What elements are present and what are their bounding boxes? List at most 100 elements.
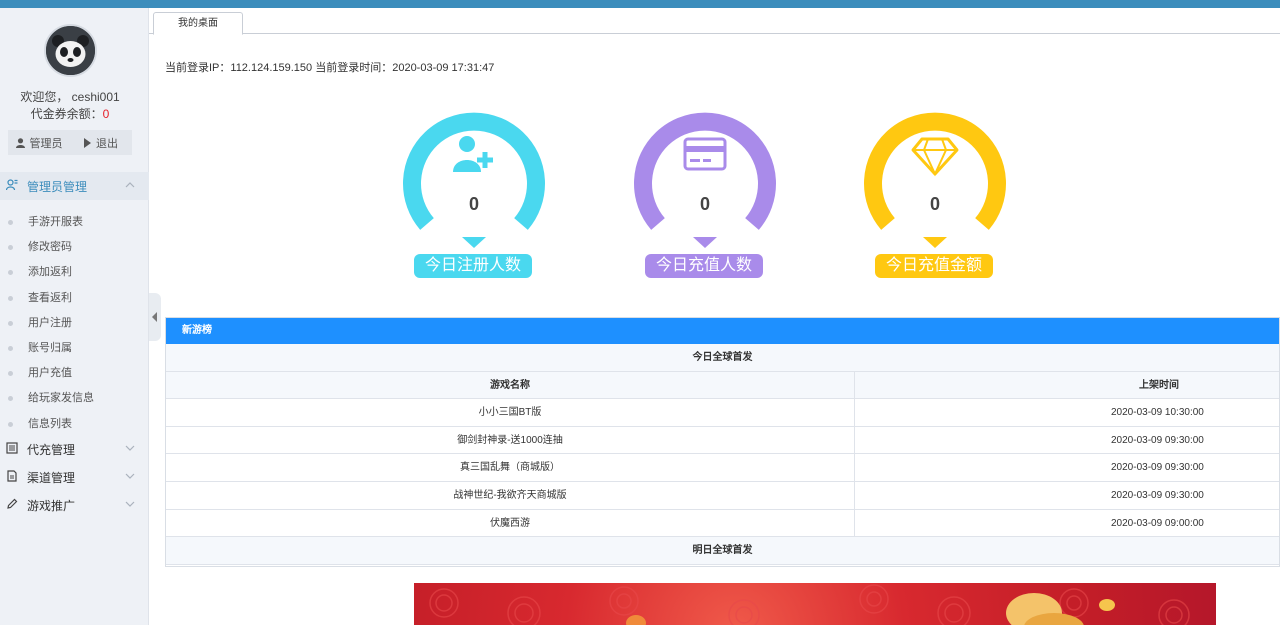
game-name: 小小三国BT版 xyxy=(166,399,855,426)
gauge-ring xyxy=(403,112,545,230)
sidebar-item-user-recharge[interactable]: 用户充值 xyxy=(0,361,149,386)
menu-group-promotion[interactable]: 游戏推广 xyxy=(0,491,149,519)
sidebar-item-game-schedule[interactable]: 手游开服表 xyxy=(0,210,149,235)
game-name: 伏魔西游 xyxy=(166,509,855,537)
section-title-tomorrow: 明日全球首发 xyxy=(166,537,1279,565)
stat-value: 0 xyxy=(699,194,710,214)
sidebar-item-message-list[interactable]: 信息列表 xyxy=(0,412,149,437)
sidebar-item-add-rebate[interactable]: 添加返利 xyxy=(0,260,149,285)
stat-label: 今日充值金额 xyxy=(875,254,993,278)
menu-group-label: 代充管理 xyxy=(27,442,76,457)
game-name: 御剑封神录-送1000连抽 xyxy=(166,426,855,454)
top-bar xyxy=(0,0,1280,8)
table-row[interactable]: 真三国乱舞（商城版） 2020-03-09 09:30:00 xyxy=(166,454,1279,482)
stat-value: 0 xyxy=(468,194,479,214)
balance-value: 0 xyxy=(102,107,110,121)
column-header-time: 上架时间 xyxy=(1139,379,1179,391)
sidebar: 欢迎您， ceshi001 代金券余额：0 管理员 退出 管理员管理 手游开服表… xyxy=(0,8,149,625)
pointer-arrow xyxy=(923,237,947,248)
chevron-down-icon xyxy=(125,445,135,451)
chevron-left-icon xyxy=(152,312,157,322)
chevron-down-icon xyxy=(125,501,135,507)
tab-my-desktop[interactable]: 我的桌面 xyxy=(153,12,243,35)
new-games-panel: 新游榜 今日全球首发 游戏名称 上架时间 小小三国BT版 2020-03-09 … xyxy=(165,317,1280,567)
section-title-today: 今日全球首发 xyxy=(166,344,1279,372)
menu-group-label: 管理员管理 xyxy=(27,179,88,194)
logout-button-label: 退出 xyxy=(96,137,118,150)
sidebar-item-label: 手游开服表 xyxy=(28,216,83,228)
sidebar-item-send-message[interactable]: 给玩家发信息 xyxy=(0,386,149,411)
release-time: 2020-03-09 09:30:00 xyxy=(1111,434,1204,446)
sidebar-item-change-password[interactable]: 修改密码 xyxy=(0,235,149,260)
menu-group-label: 游戏推广 xyxy=(27,498,76,513)
sidebar-item-label: 给玩家发信息 xyxy=(28,392,94,405)
play-icon xyxy=(84,137,91,148)
sidebar-item-view-rebate[interactable]: 查看返利 xyxy=(0,286,149,311)
user-actions: 管理员 退出 xyxy=(8,130,132,155)
admin-button-label: 管理员 xyxy=(29,137,63,150)
bullet-dot xyxy=(8,245,13,251)
bullet-dot xyxy=(8,371,13,377)
pointer-arrow xyxy=(462,237,486,248)
document-icon xyxy=(7,470,17,482)
release-time: 2020-03-09 10:30:00 xyxy=(1111,407,1204,419)
admin-button[interactable]: 管理员 xyxy=(8,130,70,155)
sidebar-collapse-toggle[interactable] xyxy=(149,293,161,341)
pointer-arrow xyxy=(693,237,717,248)
balance-label: 代金券余额： xyxy=(30,107,103,121)
credit-card-icon xyxy=(683,137,727,171)
sidebar-item-account-owner[interactable]: 账号归属 xyxy=(0,336,149,361)
table-row[interactable]: 伏魔西游 2020-03-09 09:00:00 xyxy=(166,509,1279,538)
pencil-icon xyxy=(7,498,18,509)
welcome-text: 欢迎您， ceshi001 xyxy=(20,90,120,104)
game-name: 真三国乱舞（商城版） xyxy=(166,454,855,481)
add-user-icon xyxy=(453,136,493,172)
promo-banner[interactable] xyxy=(414,583,1216,625)
table-row[interactable]: 战神世纪-我欲齐天商城版 2020-03-09 09:30:00 xyxy=(166,481,1279,510)
banner-artwork xyxy=(429,584,1190,625)
bullet-dot xyxy=(8,295,13,301)
panda-avatar-icon xyxy=(46,26,95,75)
table-row[interactable]: 小小三国BT版 2020-03-09 10:30:00 xyxy=(166,399,1279,427)
menu-group-admin[interactable]: 管理员管理 xyxy=(0,172,149,200)
menu-group-recharge[interactable]: 代充管理 xyxy=(0,435,149,463)
game-name: 战神世纪-我欲齐天商城版 xyxy=(166,481,855,509)
release-time: 2020-03-09 09:00:00 xyxy=(1111,517,1204,529)
stat-label: 今日注册人数 xyxy=(414,254,532,278)
voucher-balance: 代金券余额：0 xyxy=(0,105,140,122)
stat-card-registrations: 0 今日注册人数 xyxy=(401,106,547,281)
admin-submenu: 手游开服表 修改密码 添加返利 查看返利 用户注册 账号归属 用户充值 给玩家发… xyxy=(0,210,149,437)
bullet-dot xyxy=(8,320,13,326)
diamond-icon xyxy=(911,137,959,177)
bullet-dot xyxy=(8,345,13,351)
menu-group-label: 渠道管理 xyxy=(27,470,76,485)
sidebar-item-label: 用户注册 xyxy=(28,316,72,329)
bullet-dot xyxy=(8,220,13,225)
tab-bar: 我的桌面 xyxy=(149,8,1280,35)
sidebar-item-label: 添加返利 xyxy=(28,266,72,279)
logout-button[interactable]: 退出 xyxy=(70,130,132,155)
gauge-ring xyxy=(634,112,776,230)
panel-title: 新游榜 xyxy=(166,318,1279,344)
sidebar-item-label: 查看返利 xyxy=(28,291,72,304)
sidebar-item-label: 信息列表 xyxy=(28,417,72,430)
bullet-dot xyxy=(8,396,13,402)
sidebar-item-user-register[interactable]: 用户注册 xyxy=(0,311,149,336)
stat-card-recharge-users: 0 今日充值人数 xyxy=(632,106,778,281)
chevron-up-icon xyxy=(125,182,135,188)
sidebar-item-label: 账号归属 xyxy=(28,341,72,354)
column-header-name: 游戏名称 xyxy=(166,371,855,399)
stat-value: 0 xyxy=(929,194,940,214)
avatar[interactable] xyxy=(44,24,97,77)
login-info: 当前登录IP：112.124.159.150 当前登录时间：2020-03-09… xyxy=(165,62,495,74)
chevron-down-icon xyxy=(125,473,135,479)
user-icon xyxy=(15,137,25,148)
list-icon xyxy=(6,442,18,454)
table-row[interactable]: 御剑封神录-送1000连抽 2020-03-09 09:30:00 xyxy=(166,426,1279,455)
menu-group-channel[interactable]: 渠道管理 xyxy=(0,463,149,491)
stat-label: 今日充值人数 xyxy=(645,254,763,278)
gauge-ring xyxy=(864,112,1006,230)
bullet-dot xyxy=(8,421,13,427)
table-header: 游戏名称 上架时间 xyxy=(166,371,1279,400)
stat-card-recharge-amount: 0 今日充值金额 xyxy=(862,106,1008,281)
